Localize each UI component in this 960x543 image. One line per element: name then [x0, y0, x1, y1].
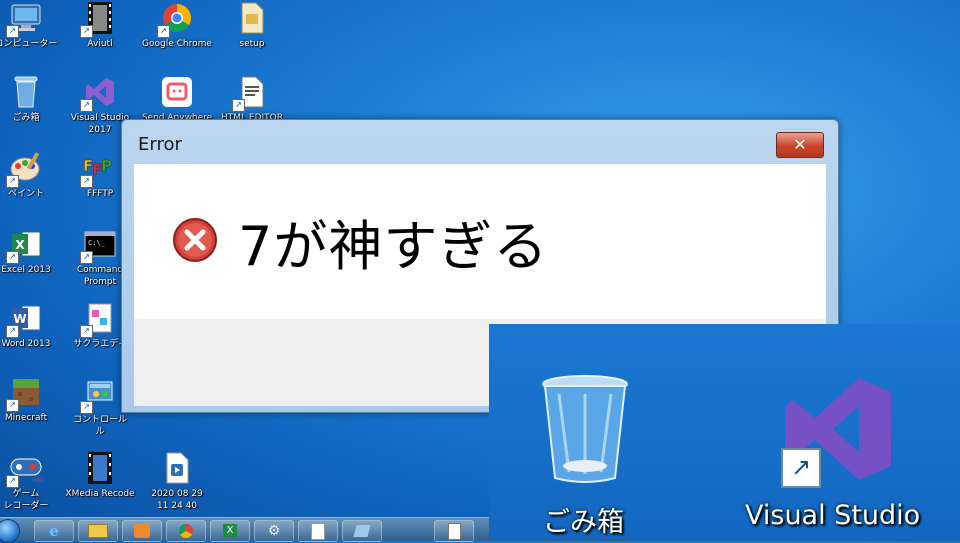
- error-icon: [172, 217, 218, 263]
- chrome-icon: ↗: [157, 0, 195, 38]
- error-message: 7が神すぎる: [238, 215, 549, 278]
- taskbar-network[interactable]: [342, 520, 382, 542]
- shortcut-arrow-icon: ↗: [80, 25, 93, 38]
- shortcut-arrow-icon: ↗: [6, 399, 19, 412]
- desktop-icon-label: setup: [239, 39, 265, 49]
- taskbar-excel[interactable]: X: [210, 520, 250, 542]
- shortcut-arrow-icon: ↗: [80, 251, 93, 264]
- desktop-icon-recycle-bin[interactable]: ごみ箱: [0, 74, 64, 124]
- html-file-icon: ↗: [232, 74, 270, 112]
- word-icon: W ↗: [6, 300, 44, 338]
- dialog-title: Error: [138, 134, 182, 155]
- media-player-icon: [134, 524, 150, 538]
- shortcut-arrow-icon: ↗: [80, 175, 93, 188]
- desktop-icon-excel[interactable]: X ↗ Excel 2013: [0, 226, 64, 276]
- desktop-icon-label: ゲーム レコーダー: [3, 489, 49, 511]
- desktop-icon-label: Google Chrome: [142, 39, 212, 49]
- desktop-icon-media-file[interactable]: 2020 08 29 11 24 40: [139, 450, 215, 512]
- taskbar-media-player[interactable]: [122, 520, 162, 542]
- control-panel-icon: ↗: [80, 376, 118, 414]
- desktop-icon-label: 2020 08 29 11 24 40: [151, 489, 203, 511]
- taskbar-settings[interactable]: ⚙: [254, 520, 294, 542]
- desktop-icon-chrome[interactable]: ↗ Google Chrome: [139, 0, 215, 50]
- desktop-icon-label: XMedia Recode: [65, 489, 135, 499]
- shortcut-arrow-icon: ↗: [6, 475, 19, 488]
- internet-explorer-icon: e: [49, 522, 59, 540]
- desktop-icon-label: Excel 2013: [1, 265, 51, 275]
- svg-text:P: P: [101, 157, 112, 175]
- shortcut-arrow-icon: ↗: [232, 99, 245, 112]
- svg-text:C:\_: C:\_: [88, 239, 106, 247]
- desktop-icon-html-editor[interactable]: ↗ HTML EDITOR: [214, 74, 290, 124]
- recycle-bin-icon: [539, 374, 631, 484]
- desktop-icon-paint[interactable]: ↗ ペイント: [0, 150, 64, 200]
- visual-studio-label: Visual Studio: [745, 500, 921, 531]
- shortcut-arrow-icon: ↗: [6, 175, 19, 188]
- command-prompt-icon: C:\_ ↗: [80, 226, 118, 264]
- explorer-icon: [88, 524, 108, 538]
- svg-text:X: X: [15, 238, 25, 252]
- close-button[interactable]: ✕: [776, 132, 824, 158]
- start-button[interactable]: [0, 519, 20, 543]
- desktop-icon-computer[interactable]: ↗ コンピューター: [0, 0, 64, 50]
- recycle-bin-icon: [8, 74, 44, 110]
- desktop-icon-label: コントロール ル: [72, 415, 127, 437]
- taskbar-explorer[interactable]: [78, 520, 118, 542]
- game-recorder-icon: REC ↗: [6, 450, 44, 488]
- html-file-icon: [447, 522, 461, 540]
- shortcut-arrow-icon: ↗: [6, 251, 19, 264]
- network-icon: [353, 525, 371, 537]
- minecraft-icon: ↗: [6, 374, 44, 412]
- desktop-icon-label: Minecraft: [4, 413, 48, 423]
- send-anywhere-icon: [159, 74, 195, 110]
- desktop-icon-setup[interactable]: setup: [214, 0, 290, 50]
- taskbar-internet-explorer[interactable]: e: [34, 520, 74, 542]
- film-icon: ↗: [80, 0, 118, 38]
- shortcut-arrow-icon: ↗: [80, 401, 93, 414]
- shortcut-arrow-icon: ↗: [80, 99, 93, 112]
- sakura-editor-icon: [311, 522, 325, 540]
- desktop-icon-aviutl[interactable]: ↗ Aviutl: [62, 0, 138, 50]
- desktop-icon-xmedia-recode[interactable]: XMedia Recode: [62, 450, 138, 500]
- desktop-icon-label: ペイント: [7, 189, 44, 199]
- desktop-icon-label: コンピューター: [0, 39, 58, 49]
- shortcut-arrow-icon: ↗: [6, 25, 19, 38]
- svg-text:W: W: [13, 312, 26, 326]
- desktop-icon-word[interactable]: W ↗ Word 2013: [0, 300, 64, 350]
- shortcut-arrow-icon: ↗: [157, 25, 170, 38]
- media-file-icon: [159, 450, 195, 486]
- zoom-overlay: ごみ箱 ↗ Visual Studio: [489, 324, 960, 540]
- desktop-icon-label: ごみ箱: [12, 113, 40, 123]
- taskbar-html-editor[interactable]: [434, 520, 474, 542]
- ffftp-icon: FFP ↗: [80, 150, 118, 188]
- excel-icon: X ↗: [6, 226, 44, 264]
- visual-studio-icon: ↗: [80, 74, 118, 112]
- desktop-icon-send-anywhere[interactable]: Send Anywhere: [139, 74, 215, 124]
- desktop-icon-label: Aviutl: [87, 39, 113, 49]
- recycle-bin-label: ごみ箱: [543, 507, 624, 538]
- setup-icon: [234, 0, 270, 36]
- sakura-editor-icon: ↗: [80, 300, 118, 338]
- computer-icon: ↗: [6, 0, 44, 38]
- xmedia-recode-icon: [82, 450, 118, 486]
- shortcut-arrow-icon: ↗: [6, 325, 19, 338]
- desktop-icon-minecraft[interactable]: ↗ Minecraft: [0, 374, 64, 424]
- svg-text:REC: REC: [33, 477, 43, 483]
- shortcut-arrow-icon: ↗: [80, 325, 93, 338]
- close-icon: ✕: [793, 135, 807, 154]
- shortcut-arrow-icon: ↗: [781, 448, 821, 488]
- gear-icon: ⚙: [267, 523, 281, 539]
- taskbar-chrome[interactable]: [166, 520, 206, 542]
- paint-icon: ↗: [6, 150, 44, 188]
- desktop-icon-label: Word 2013: [1, 339, 51, 349]
- chrome-icon: [179, 524, 193, 538]
- taskbar-sakura-editor[interactable]: [298, 520, 338, 542]
- desktop-icon-game-recorder[interactable]: REC ↗ ゲーム レコーダー: [0, 450, 64, 512]
- excel-icon: X: [223, 524, 237, 538]
- dialog-body: 7が神すぎる: [134, 164, 826, 319]
